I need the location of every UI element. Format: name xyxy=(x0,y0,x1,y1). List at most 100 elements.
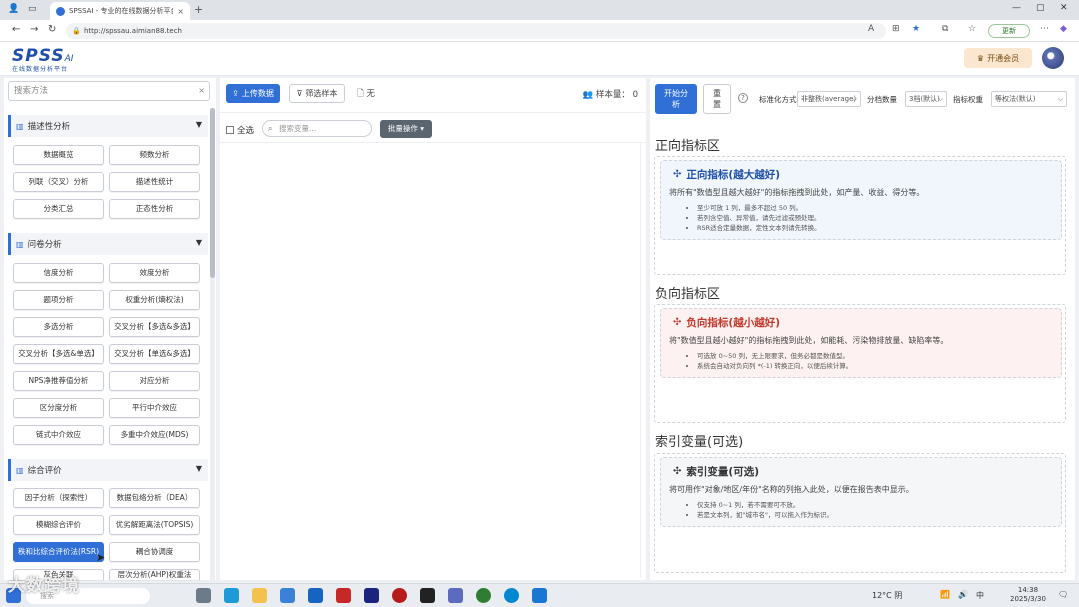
url-field[interactable]: 🔒 http://spssau.aimian88.tech xyxy=(66,23,886,39)
method-button[interactable]: 题项分析 xyxy=(13,290,104,310)
reload-icon[interactable]: ↻ xyxy=(48,24,56,35)
search-clear-icon[interactable]: × xyxy=(198,82,205,100)
method-button[interactable]: 因子分析（探索性） xyxy=(13,488,104,508)
method-button[interactable]: 交叉分析【多选&单选】 xyxy=(13,344,104,364)
read-aloud-icon[interactable]: A xyxy=(868,24,874,34)
file-explorer-icon[interactable] xyxy=(252,588,267,603)
vip-button[interactable]: ♛ 开通会员 xyxy=(964,48,1032,68)
more-menu-icon[interactable]: ⋯ xyxy=(1040,24,1049,34)
app-icon[interactable] xyxy=(448,588,463,603)
media-icon[interactable] xyxy=(392,588,407,603)
method-button[interactable]: 交叉分析【多选&多选】 xyxy=(109,317,200,337)
method-button[interactable]: 权重分析(熵权法) xyxy=(109,290,200,310)
reset-button[interactable]: 重置 xyxy=(703,84,731,114)
method-button[interactable]: 链式中介效应 xyxy=(13,425,104,445)
photoshop-icon[interactable] xyxy=(364,588,379,603)
browser-tabbar: 👤 ▭ SPSSAI - 专业的在线数据分析平台 × + — ▢ ✕ xyxy=(0,0,1079,20)
method-button[interactable]: 多重中介效应(MDS) xyxy=(109,425,200,445)
method-button[interactable]: 频数分析 xyxy=(109,145,200,165)
new-tab-button[interactable]: + xyxy=(194,3,203,16)
method-button[interactable]: 数据概览 xyxy=(13,145,104,165)
select-all-checkbox[interactable]: 全选 xyxy=(226,124,254,136)
help-icon[interactable]: ? xyxy=(738,93,748,103)
maximize-icon[interactable]: ▢ xyxy=(1036,3,1045,13)
weight-select[interactable]: 等权法(默认) ⌵ xyxy=(991,91,1067,107)
section-descriptive[interactable]: ▥ 描述性分析 ▼ xyxy=(8,115,208,137)
tab-close-icon[interactable]: × xyxy=(177,7,184,16)
collections-icon[interactable]: ☆ xyxy=(968,24,976,34)
profile-icon[interactable]: 👤 xyxy=(8,4,19,14)
outlook-icon[interactable] xyxy=(308,588,323,603)
tab-actions-icon[interactable]: ▭ xyxy=(28,4,37,14)
method-button[interactable]: 列联（交叉）分析 xyxy=(13,172,104,192)
positive-drop-zone[interactable]: ✣ 正向指标(越大越好) 将所有"数值型且越大越好"的指标拖拽到此处，如产量、收… xyxy=(654,156,1066,275)
edge-icon[interactable] xyxy=(224,588,239,603)
notification-icon[interactable]: 🗨 xyxy=(1058,590,1068,599)
index-drop-zone[interactable]: ✣ 索引变量(可选) 将可用作"对象/地区/年份"名称的列拖入此处，以便在报告表… xyxy=(654,453,1066,573)
wechat-icon[interactable] xyxy=(476,588,491,603)
method-button[interactable]: 层次分析(AHP)权重法 xyxy=(109,569,200,580)
method-button[interactable]: 分类汇总 xyxy=(13,199,104,219)
batch-operation-button[interactable]: 批量操作 ▾ xyxy=(380,120,432,138)
method-button[interactable]: 描述性统计 xyxy=(109,172,200,192)
method-button[interactable]: 平行中介效应 xyxy=(109,398,200,418)
capcut-icon[interactable] xyxy=(420,588,435,603)
volume-icon[interactable]: 🔊 xyxy=(958,590,968,599)
browser-tab[interactable]: SPSSAI - 专业的在线数据分析平台 × xyxy=(50,2,190,20)
method-button[interactable]: 交叉分析【单选&多选】 xyxy=(109,344,200,364)
method-search-input[interactable]: 搜索方法 × xyxy=(8,81,210,101)
network-icon[interactable]: 📶 xyxy=(940,590,950,599)
method-button[interactable]: 信度分析 xyxy=(13,263,104,283)
method-button[interactable]: 对应分析 xyxy=(109,371,200,391)
method-button[interactable]: 模糊综合评价 xyxy=(13,515,104,535)
method-button[interactable]: 多选分析 xyxy=(13,317,104,337)
negative-drop-zone[interactable]: ✣ 负向指标(越小越好) 将"数值型且越小越好"的指标拖拽到此处，如能耗、污染物… xyxy=(654,304,1066,423)
app-logo[interactable]: SPSSAI 在线数据分析平台 xyxy=(12,46,73,73)
upload-data-button[interactable]: ⇪ 上传数据 xyxy=(226,84,280,103)
move-icon: ✣ xyxy=(673,466,682,477)
system-clock[interactable]: 14:38 2025/3/30 xyxy=(1010,586,1046,604)
index-zone-title: 索引变量(可选) xyxy=(655,435,744,450)
section-evaluation[interactable]: ▥ 综合评价 ▼ xyxy=(8,459,208,481)
wps-icon[interactable] xyxy=(336,588,351,603)
method-button[interactable]: 效度分析 xyxy=(109,263,200,283)
split-screen-icon[interactable]: ⧉ xyxy=(942,24,948,34)
browser-update-button[interactable]: 更新 xyxy=(988,24,1030,38)
ime-indicator[interactable]: 中 xyxy=(976,590,984,601)
weather-widget[interactable]: 12°C 阴 xyxy=(872,590,902,601)
method-button[interactable]: 耦合协调度 xyxy=(109,542,200,562)
grade-select[interactable]: 3档(默认) ⌵ xyxy=(905,91,947,107)
method-button[interactable]: 区分度分析 xyxy=(13,398,104,418)
minimize-icon[interactable]: — xyxy=(1012,3,1021,13)
sidebar-scrollbar[interactable] xyxy=(210,108,215,580)
copilot-icon[interactable]: ◆ xyxy=(1060,24,1067,34)
current-file: 🗋 无 xyxy=(357,87,375,102)
task-view-icon[interactable] xyxy=(196,588,211,603)
checkbox-box[interactable] xyxy=(226,126,234,134)
method-select[interactable]: 非整秩(average) ⌵ xyxy=(797,91,861,107)
analysis-panel: 开始分析 重置 ? 标准化方式 非整秩(average) ⌵ 分档数量 3档(默认… xyxy=(650,78,1075,580)
search-app-icon[interactable] xyxy=(504,588,519,603)
extensions-icon[interactable]: ⊞ xyxy=(892,24,900,34)
forward-icon[interactable]: → xyxy=(30,24,38,35)
calendar-icon[interactable] xyxy=(532,588,547,603)
section-title: 描述性分析 xyxy=(27,122,71,132)
variable-search-input[interactable]: ⌕ 搜索变量... xyxy=(262,120,372,137)
store-icon[interactable] xyxy=(280,588,295,603)
start-analysis-button[interactable]: 开始分析 xyxy=(655,84,697,114)
section-questionnaire[interactable]: ▥ 问卷分析 ▼ xyxy=(8,233,208,255)
scrollbar-thumb[interactable] xyxy=(210,108,215,278)
method-button-active[interactable]: 秩和比综合评价法(RSR) xyxy=(13,542,104,562)
method-button[interactable]: 正态性分析 xyxy=(109,199,200,219)
favorite-star-icon[interactable]: ★ xyxy=(912,24,920,34)
avatar[interactable] xyxy=(1042,47,1064,69)
bullet-item: 至少可放 1 列，最多不超过 50 列。 xyxy=(697,203,1053,213)
method-button[interactable]: NPS净推荐值分析 xyxy=(13,371,104,391)
back-icon[interactable]: ← xyxy=(12,24,20,35)
negative-info-card: ✣ 负向指标(越小越好) 将"数值型且越小越好"的指标拖拽到此处，如能耗、污染物… xyxy=(660,308,1062,378)
filter-sample-button[interactable]: ⊽ 筛选样本 xyxy=(289,84,345,103)
caret-down-icon: ▼ xyxy=(195,120,202,129)
method-button[interactable]: 优劣解距离法(TOPSIS) xyxy=(109,515,200,535)
method-button[interactable]: 数据包络分析（DEA） xyxy=(109,488,200,508)
close-window-icon[interactable]: ✕ xyxy=(1060,3,1068,13)
